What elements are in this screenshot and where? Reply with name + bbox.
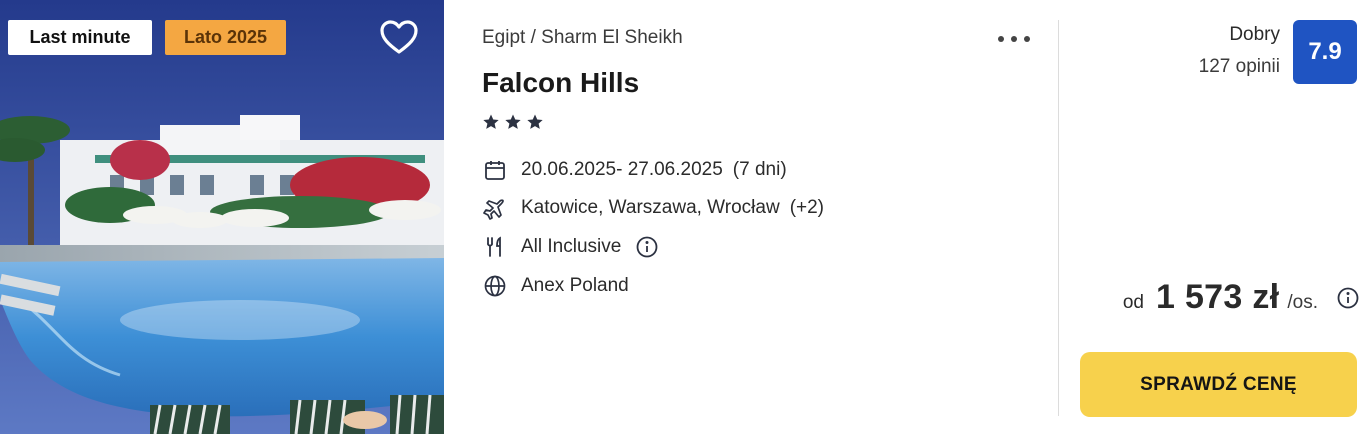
season-badge: Lato 2025 — [165, 20, 286, 55]
hotel-stars — [482, 113, 544, 131]
price-value: 1 573 zł — [1155, 278, 1280, 316]
cutlery-icon — [482, 234, 508, 260]
check-price-button[interactable]: SPRAWDŹ CENĘ — [1080, 352, 1357, 417]
board-type: All Inclusive — [521, 236, 622, 257]
price-row: od 1 573 zł /os. — [1123, 278, 1360, 317]
board-row: All Inclusive — [482, 234, 659, 260]
travel-dates: 20.06.2025- 27.06.2025 — [521, 159, 723, 180]
hotel-photo[interactable]: Last minute Lato 2025 — [0, 0, 444, 434]
dates-row: 20.06.2025- 27.06.2025 (7 dni) — [482, 157, 787, 183]
star-icon — [483, 114, 499, 129]
info-icon — [1337, 287, 1359, 308]
travel-duration: (7 dni) — [732, 159, 787, 180]
hotel-name[interactable]: Falcon Hills — [482, 67, 639, 99]
calendar-icon — [482, 157, 508, 183]
price-unit: /os. — [1287, 292, 1318, 313]
hotel-photo-image — [0, 0, 444, 434]
more-options-button[interactable] — [994, 28, 1034, 52]
more-horizontal-icon — [998, 36, 1004, 42]
hotel-location[interactable]: Egipt / Sharm El Sheikh — [482, 27, 683, 49]
review-count[interactable]: 127 opinii — [1199, 56, 1280, 78]
star-icon — [527, 114, 543, 129]
departure-more-count[interactable]: (+2) — [790, 197, 824, 219]
globe-icon — [482, 273, 508, 299]
offer-details: Egipt / Sharm El Sheikh Falcon Hills 20.… — [444, 0, 1058, 434]
price-from-label: od — [1122, 292, 1144, 313]
favorite-button[interactable] — [378, 17, 420, 57]
star-icon — [505, 114, 521, 129]
info-icon — [636, 236, 658, 258]
departures-row: Katowice, Warszawa, Wrocław (+2) — [482, 195, 824, 221]
last-minute-badge: Last minute — [8, 20, 152, 55]
divider — [1058, 20, 1059, 416]
board-info-button[interactable] — [635, 235, 659, 259]
tour-operator: Anex Poland — [521, 275, 629, 296]
price-info-button[interactable] — [1336, 286, 1360, 310]
rating-score-badge[interactable]: 7.9 — [1293, 20, 1357, 84]
departure-cities: Katowice, Warszawa, Wrocław — [521, 197, 780, 218]
rating-label: Dobry — [1229, 24, 1280, 45]
plane-icon — [482, 195, 508, 221]
operator-row: Anex Poland — [482, 273, 629, 299]
heart-outline-icon — [380, 20, 418, 54]
